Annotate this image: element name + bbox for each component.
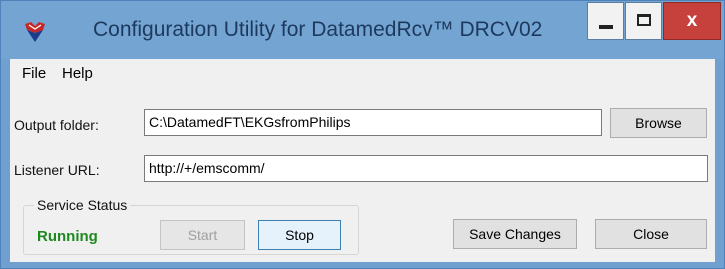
save-changes-button[interactable]: Save Changes — [453, 219, 577, 249]
maximize-icon — [637, 14, 651, 26]
listener-url-input[interactable]: http://+/emscomm/ — [144, 155, 708, 182]
stop-button[interactable]: Stop — [258, 220, 341, 250]
title-bar[interactable]: Configuration Utility for DatamedRcv™ DR… — [1, 1, 724, 59]
menu-bar: File Help — [10, 59, 715, 89]
status-running-text: Running — [37, 228, 98, 245]
output-folder-input[interactable]: C:\DatamedFT\EKGsfromPhilips — [144, 109, 602, 136]
output-folder-label: Output folder: — [14, 117, 99, 133]
minimize-icon — [599, 25, 613, 29]
close-icon: x — [686, 10, 698, 31]
maximize-button[interactable] — [625, 2, 662, 40]
start-button[interactable]: Start — [160, 220, 245, 250]
app-window: Configuration Utility for DatamedRcv™ DR… — [0, 0, 725, 269]
client-area: File Help Output folder: C:\DatamedFT\EK… — [10, 59, 715, 262]
browse-button[interactable]: Browse — [610, 108, 707, 138]
minimize-button[interactable] — [587, 2, 624, 40]
close-button[interactable]: Close — [595, 219, 707, 249]
listener-url-label: Listener URL: — [14, 162, 100, 178]
menu-help[interactable]: Help — [62, 65, 93, 83]
close-window-button[interactable]: x — [663, 2, 721, 40]
datamed-app-icon — [25, 22, 45, 42]
service-status-title: Service Status — [34, 196, 131, 214]
menu-file[interactable]: File — [22, 65, 46, 83]
window-title: Configuration Utility for DatamedRcv™ DR… — [93, 18, 543, 41]
